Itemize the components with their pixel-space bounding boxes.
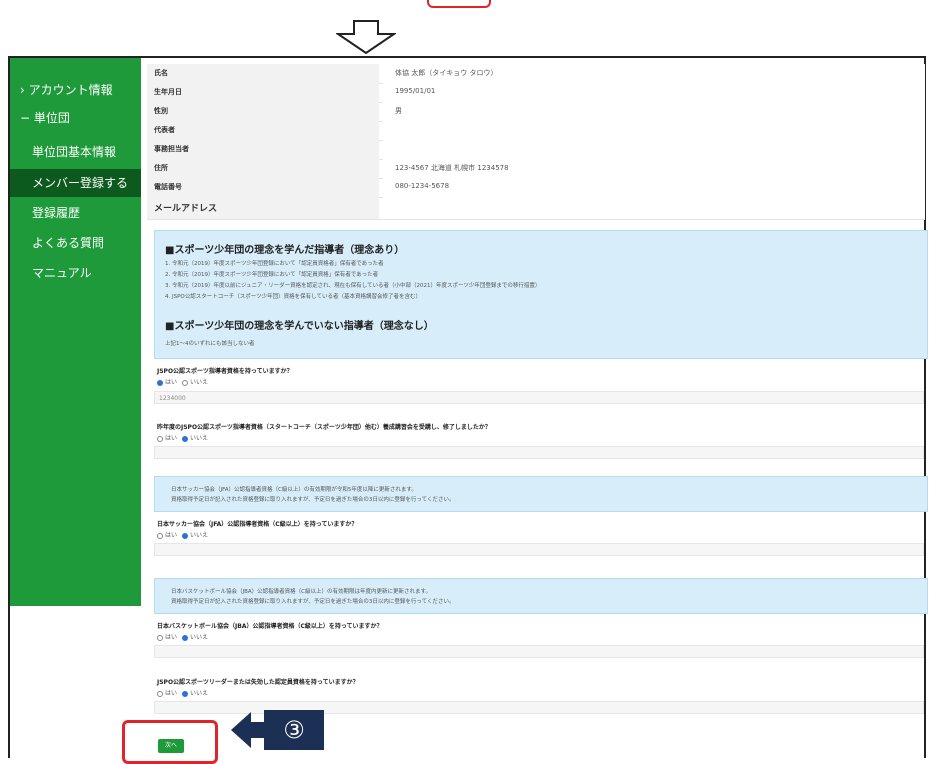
next-button-highlight <box>122 720 218 764</box>
info-row: メールアドレス <box>147 197 925 220</box>
question-2-input[interactable] <box>154 446 924 459</box>
top-highlight-box <box>427 0 491 8</box>
radio-no-icon[interactable] <box>181 532 188 539</box>
down-arrow-icon <box>336 20 396 54</box>
info-row: 代表者 <box>147 121 925 141</box>
notice-line: 1. 令和元（2019）年度スポーツ少年団登録において「認定員資格者」保有者であ… <box>165 261 384 267</box>
info-row: 電話番号 080-1234-5678 <box>147 178 925 198</box>
radio-yes-icon[interactable] <box>157 634 163 641</box>
step-number-badge: ③ <box>264 710 324 750</box>
sidebar-item-manual[interactable]: マニュアル <box>10 259 141 287</box>
jba-info-line: 日本バスケットボール協会（JBA）公認指導者資格（C級以上）の有効期限は年度内更… <box>171 589 431 595</box>
jfa-info-line: 資格取得予定日が記入された資格登録に取り入れますが、予定日を過ぎた場合の3日以内… <box>171 497 455 503</box>
jba-info-line: 資格取得予定日が記入された資格登録に取り入れますが、予定日を過ぎた場合の3日以内… <box>171 599 455 605</box>
info-row: 住所 123-4567 北海道 札幌市 1234578 <box>147 159 925 179</box>
info-row: 性別男 <box>147 102 925 122</box>
question-5-label: JSPO公認スポーツリーダーまたは失効した認定員資格を持っていますか？ <box>157 679 359 686</box>
radio-no-icon[interactable] <box>181 435 188 442</box>
info-row: 事務担当者 <box>147 140 925 160</box>
notice-line: 3. 令和元（2019）年度以前にジュニア・リーダー資格を認定され、現在も保有し… <box>165 283 541 289</box>
sidebar: › アカウント情報 − 単位団 単位団基本情報 メンバー登録する 登録履歴 よく… <box>10 58 141 606</box>
jfa-info-line: 日本サッカー協会（JFA）公認指導者資格（C級以上）の有効期限が令和5年度以降に… <box>171 487 417 493</box>
question-3-options: はい いいえ <box>157 530 208 539</box>
question-1-label: JSPO公認スポーツ指導者資格を持っていますか？ <box>157 368 293 375</box>
sidebar-item-account[interactable]: › アカウント情報 <box>10 76 141 104</box>
notice-line: 上記1〜4のいずれにも該当しない者 <box>165 341 255 347</box>
radio-yes-icon[interactable] <box>157 532 163 539</box>
notice-heading-1: ■スポーツ少年団の理念を学んだ指導者（理念あり） <box>165 245 405 256</box>
notice-line: 2. 令和元（2019）年度スポーツ少年団登録において「認定員資格」保有者であっ… <box>165 272 379 278</box>
question-4-options: はい いいえ <box>157 632 208 641</box>
info-row: 氏名 体協 太郎（タイキョウ タロウ） <box>147 64 925 84</box>
question-4-input[interactable] <box>154 645 924 658</box>
question-3-label: 日本サッカー協会（JFA）公認指導者資格（C級以上）を持っていますか？ <box>157 521 358 528</box>
question-2-options: はい いいえ <box>157 433 208 442</box>
sidebar-item-member-register[interactable]: メンバー登録する <box>10 169 141 197</box>
sidebar-item-unit-group[interactable]: − 単位団 <box>10 104 141 132</box>
radio-no-icon[interactable] <box>181 379 188 386</box>
sidebar-item-history[interactable]: 登録履歴 <box>10 199 141 227</box>
question-1-options: はい いいえ <box>157 377 208 386</box>
question-3-input[interactable] <box>154 543 924 556</box>
radio-no-icon[interactable] <box>181 634 188 641</box>
sidebar-item-unit-info[interactable]: 単位団基本情報 <box>10 138 141 166</box>
jfa-info-box: 日本サッカー協会（JFA）公認指導者資格（C級以上）の有効期限が令和5年度以降に… <box>154 476 928 512</box>
question-4-label: 日本バスケットボール協会（JBA）公認指導者資格（C級以上）を持っていますか？ <box>157 623 383 630</box>
sidebar-item-faq[interactable]: よくある質問 <box>10 229 141 257</box>
license-number-input[interactable]: 1234000 <box>154 391 924 404</box>
notice-heading-2: ■スポーツ少年団の理念を学んでいない指導者（理念なし） <box>165 321 434 332</box>
notice-line: 4. JSPO公認スタートコーチ（スポーツ少年団）資格を保有している者（基本資格… <box>165 294 421 300</box>
radio-yes-icon[interactable] <box>157 690 163 697</box>
radio-yes-icon[interactable] <box>157 435 163 442</box>
radio-no-icon[interactable] <box>181 690 188 697</box>
left-arrow-icon <box>231 712 265 748</box>
radio-yes-icon[interactable] <box>157 379 163 386</box>
question-5-options: はい いいえ <box>157 688 208 697</box>
question-2-label: 昨年度のJSPO公認スポーツ指導者資格（スタートコーチ（スポーツ少年団）他む）養… <box>157 424 491 431</box>
notice-box: ■スポーツ少年団の理念を学んだ指導者（理念あり） 1. 令和元（2019）年度ス… <box>154 230 928 359</box>
info-row: 生年月日 1995/01/01 <box>147 83 925 103</box>
jba-info-box: 日本バスケットボール協会（JBA）公認指導者資格（C級以上）の有効期限は年度内更… <box>154 578 928 614</box>
